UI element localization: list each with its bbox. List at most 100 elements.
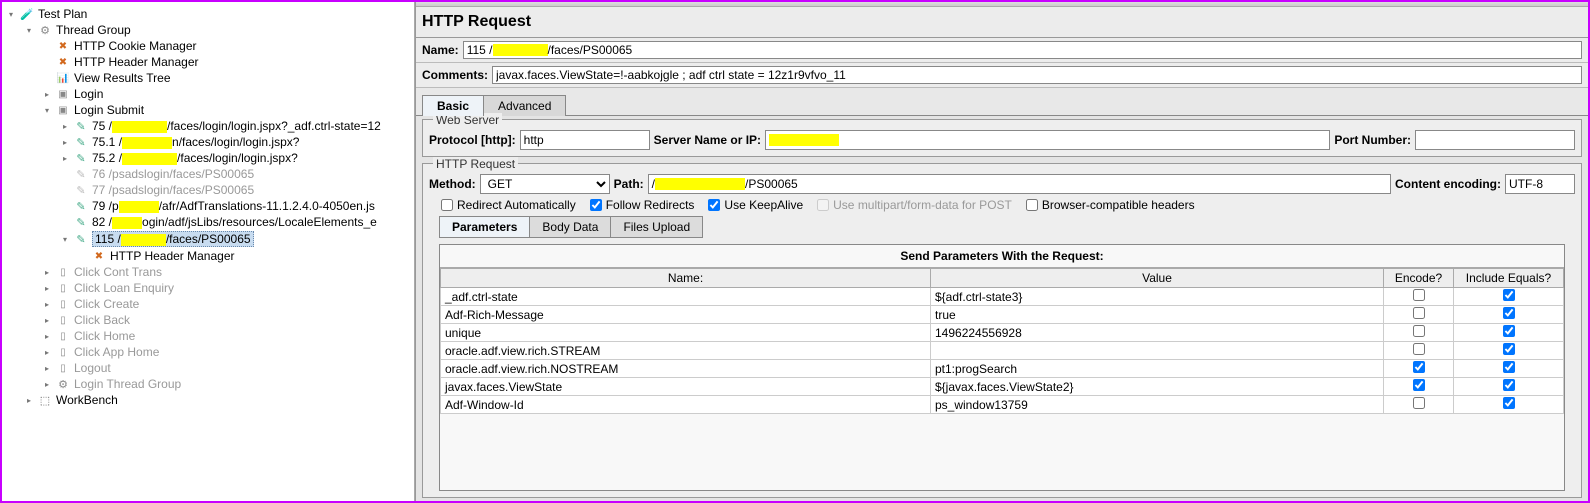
tree-header-mgr[interactable]: HTTP Header Manager: [38, 54, 414, 70]
chk-redirect-auto[interactable]: Redirect Automatically: [441, 198, 576, 212]
table-row[interactable]: _adf.ctrl-state${adf.ctrl-state3}: [441, 288, 1564, 306]
table-row[interactable]: oracle.adf.view.rich.NOSTREAMpt1:progSea…: [441, 360, 1564, 378]
table-row[interactable]: javax.faces.ViewState${javax.faces.ViewS…: [441, 378, 1564, 396]
col-equals[interactable]: Include Equals?: [1454, 269, 1564, 288]
cell-equals[interactable]: [1454, 396, 1564, 414]
tree-req-115[interactable]: 115 //faces/PS00065: [56, 230, 414, 248]
workbench-icon: [38, 393, 52, 407]
tree-logout[interactable]: Logout: [38, 360, 414, 376]
cell-equals[interactable]: [1454, 342, 1564, 360]
cell-equals[interactable]: [1454, 306, 1564, 324]
tree-cookie-mgr[interactable]: HTTP Cookie Manager: [38, 38, 414, 54]
tree-login-submit[interactable]: Login Submit: [38, 102, 414, 118]
expand-icon[interactable]: [42, 363, 52, 373]
cell-encode[interactable]: [1384, 378, 1454, 396]
server-input[interactable]: [765, 130, 1330, 150]
cell-name[interactable]: oracle.adf.view.rich.STREAM: [441, 342, 931, 360]
tab-basic[interactable]: Basic: [422, 95, 484, 116]
expand-icon[interactable]: [24, 25, 34, 35]
cell-encode[interactable]: [1384, 396, 1454, 414]
method-select[interactable]: GET: [480, 174, 610, 194]
tree-sub-header-mgr[interactable]: HTTP Header Manager: [74, 248, 414, 264]
cell-equals[interactable]: [1454, 378, 1564, 396]
tree-view-results[interactable]: View Results Tree: [38, 70, 414, 86]
expand-icon[interactable]: [42, 315, 52, 325]
subtab-files-upload[interactable]: Files Upload: [610, 216, 703, 238]
expand-icon[interactable]: [42, 283, 52, 293]
cell-value[interactable]: 1496224556928: [931, 324, 1384, 342]
expand-icon[interactable]: [6, 9, 16, 19]
cell-name[interactable]: Adf-Window-Id: [441, 396, 931, 414]
tree-req-75-1[interactable]: 75.1 /n/faces/login/login.jspx?: [56, 134, 414, 150]
cell-encode[interactable]: [1384, 342, 1454, 360]
expand-icon[interactable]: [42, 105, 52, 115]
tree-root[interactable]: Test Plan: [2, 6, 414, 22]
col-name[interactable]: Name:: [441, 269, 931, 288]
chk-browser-compat[interactable]: Browser-compatible headers: [1026, 198, 1195, 212]
cell-value[interactable]: ${javax.faces.ViewState2}: [931, 378, 1384, 396]
subtab-parameters[interactable]: Parameters: [439, 216, 530, 238]
expand-icon[interactable]: [60, 153, 70, 163]
expand-icon[interactable]: [24, 395, 34, 405]
tree-req-82[interactable]: 82 /ogin/adf/jsLibs/resources/LocaleElem…: [56, 214, 414, 230]
cell-name[interactable]: Adf-Rich-Message: [441, 306, 931, 324]
table-row[interactable]: Adf-Rich-Messagetrue: [441, 306, 1564, 324]
parameters-table[interactable]: Name: Value Encode? Include Equals? _adf…: [440, 268, 1564, 414]
path-input[interactable]: //PS00065: [648, 174, 1391, 194]
encoding-input[interactable]: [1505, 174, 1575, 194]
cell-value[interactable]: [931, 342, 1384, 360]
cell-encode[interactable]: [1384, 324, 1454, 342]
tree-login-thread[interactable]: Login Thread Group: [38, 376, 414, 392]
expand-icon[interactable]: [42, 379, 52, 389]
cell-equals[interactable]: [1454, 324, 1564, 342]
tree-click-loan[interactable]: Click Loan Enquiry: [38, 280, 414, 296]
cell-value[interactable]: true: [931, 306, 1384, 324]
sampler-icon: [74, 215, 88, 229]
table-row[interactable]: oracle.adf.view.rich.STREAM: [441, 342, 1564, 360]
cell-encode[interactable]: [1384, 360, 1454, 378]
expand-icon[interactable]: [42, 267, 52, 277]
table-row[interactable]: unique1496224556928: [441, 324, 1564, 342]
expand-icon[interactable]: [42, 299, 52, 309]
cell-name[interactable]: oracle.adf.view.rich.NOSTREAM: [441, 360, 931, 378]
cell-encode[interactable]: [1384, 288, 1454, 306]
subtab-body-data[interactable]: Body Data: [529, 216, 611, 238]
tree-login[interactable]: Login: [38, 86, 414, 102]
expand-icon[interactable]: [60, 234, 70, 244]
tree-click-home[interactable]: Click Home: [38, 328, 414, 344]
cell-name[interactable]: javax.faces.ViewState: [441, 378, 931, 396]
tree-req-75-2[interactable]: 75.2 //faces/login/login.jspx?: [56, 150, 414, 166]
tree-click-app-home[interactable]: Click App Home: [38, 344, 414, 360]
cell-value[interactable]: pt1:progSearch: [931, 360, 1384, 378]
tree-thread-group[interactable]: Thread Group: [20, 22, 414, 38]
tree-workbench[interactable]: WorkBench: [20, 392, 414, 408]
cell-value[interactable]: ${adf.ctrl-state3}: [931, 288, 1384, 306]
chk-keepalive[interactable]: Use KeepAlive: [708, 198, 803, 212]
tree-req-77[interactable]: 77 /psadslogin/faces/PS00065: [56, 182, 414, 198]
col-value[interactable]: Value: [931, 269, 1384, 288]
cell-encode[interactable]: [1384, 306, 1454, 324]
table-row[interactable]: Adf-Window-Idps_window13759: [441, 396, 1564, 414]
tree-click-cont[interactable]: Click Cont Trans: [38, 264, 414, 280]
cell-equals[interactable]: [1454, 288, 1564, 306]
comments-input[interactable]: [492, 66, 1582, 84]
cell-value[interactable]: ps_window13759: [931, 396, 1384, 414]
port-input[interactable]: [1415, 130, 1575, 150]
col-encode[interactable]: Encode?: [1384, 269, 1454, 288]
tree-click-back[interactable]: Click Back: [38, 312, 414, 328]
cell-name[interactable]: _adf.ctrl-state: [441, 288, 931, 306]
tree-req-76[interactable]: 76 /psadslogin/faces/PS00065: [56, 166, 414, 182]
tree-req-79[interactable]: 79 /p/afr/AdfTranslations-11.1.2.4.0-405…: [56, 198, 414, 214]
tree-click-create[interactable]: Click Create: [38, 296, 414, 312]
tree-req-75[interactable]: 75 //faces/login/login.jspx?_adf.ctrl-st…: [56, 118, 414, 134]
chk-follow-redirects[interactable]: Follow Redirects: [590, 198, 695, 212]
cell-equals[interactable]: [1454, 360, 1564, 378]
expand-icon[interactable]: [42, 347, 52, 357]
protocol-input[interactable]: [520, 130, 650, 150]
expand-icon[interactable]: [42, 331, 52, 341]
expand-icon[interactable]: [60, 121, 70, 131]
expand-icon[interactable]: [42, 89, 52, 99]
name-input[interactable]: 115 //faces/PS00065: [463, 41, 1582, 59]
cell-name[interactable]: unique: [441, 324, 931, 342]
expand-icon[interactable]: [60, 137, 70, 147]
